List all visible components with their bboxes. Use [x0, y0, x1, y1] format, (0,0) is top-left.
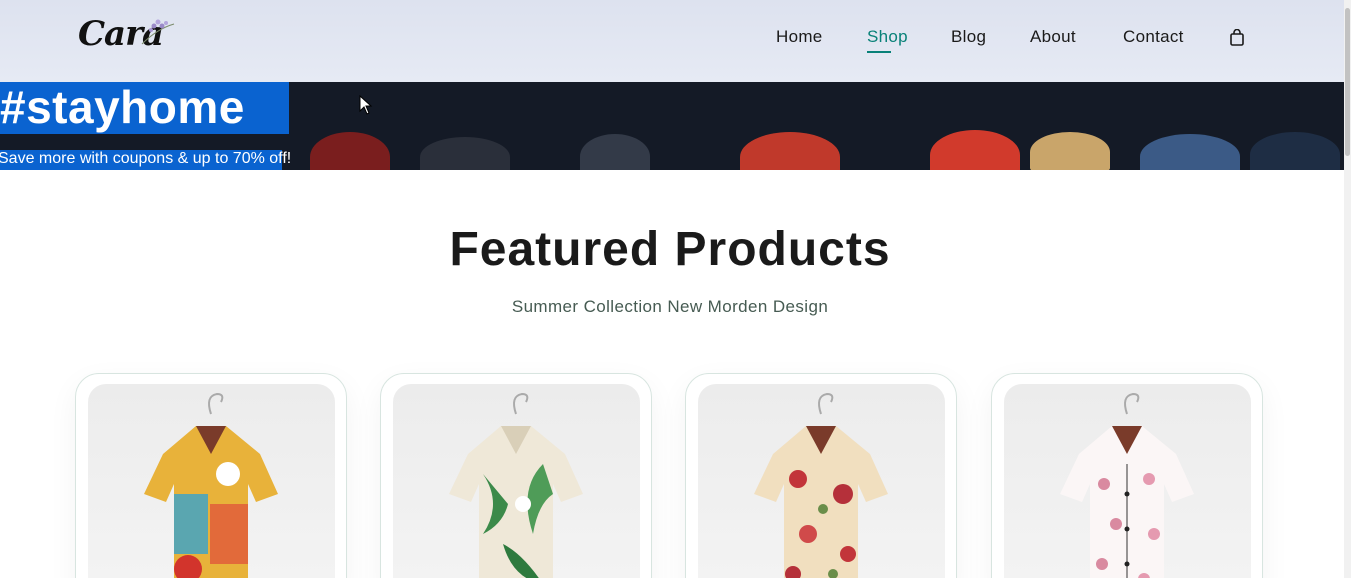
- mouse-cursor-icon: [359, 95, 373, 115]
- active-nav-underline: [867, 51, 891, 53]
- product-image: [88, 384, 335, 578]
- hawaiian-shirt-icon: [1060, 392, 1194, 578]
- main-nav: Home Shop Blog About Contact: [0, 27, 1344, 57]
- nav-shop[interactable]: Shop: [867, 27, 908, 47]
- product-card[interactable]: [685, 373, 957, 578]
- scrollbar[interactable]: [1344, 0, 1351, 578]
- product-image: [698, 384, 945, 578]
- nav-blog[interactable]: Blog: [951, 27, 986, 47]
- hawaiian-shirt-icon: [754, 392, 888, 578]
- hawaiian-shirt-icon: [144, 392, 278, 578]
- product-image: [393, 384, 640, 578]
- product-card[interactable]: [380, 373, 652, 578]
- site-header: Cara Home Shop Blog About Contact: [0, 0, 1344, 82]
- product-card[interactable]: [991, 373, 1263, 578]
- hero-subtitle: Save more with coupons & up to 70% off!: [0, 150, 292, 167]
- product-image: [1004, 384, 1251, 578]
- section-title: Featured Products: [449, 223, 891, 276]
- section-subtitle: Summer Collection New Morden Design: [511, 297, 829, 316]
- hero-title: #stayhome: [0, 81, 245, 133]
- nav-home[interactable]: Home: [776, 27, 823, 47]
- shopping-bag-icon[interactable]: [1229, 29, 1245, 47]
- scrollbar-thumb[interactable]: [1345, 8, 1350, 156]
- product-card[interactable]: [75, 373, 347, 578]
- nav-contact[interactable]: Contact: [1123, 27, 1184, 47]
- hawaiian-shirt-icon: [449, 392, 583, 578]
- nav-about[interactable]: About: [1030, 27, 1076, 47]
